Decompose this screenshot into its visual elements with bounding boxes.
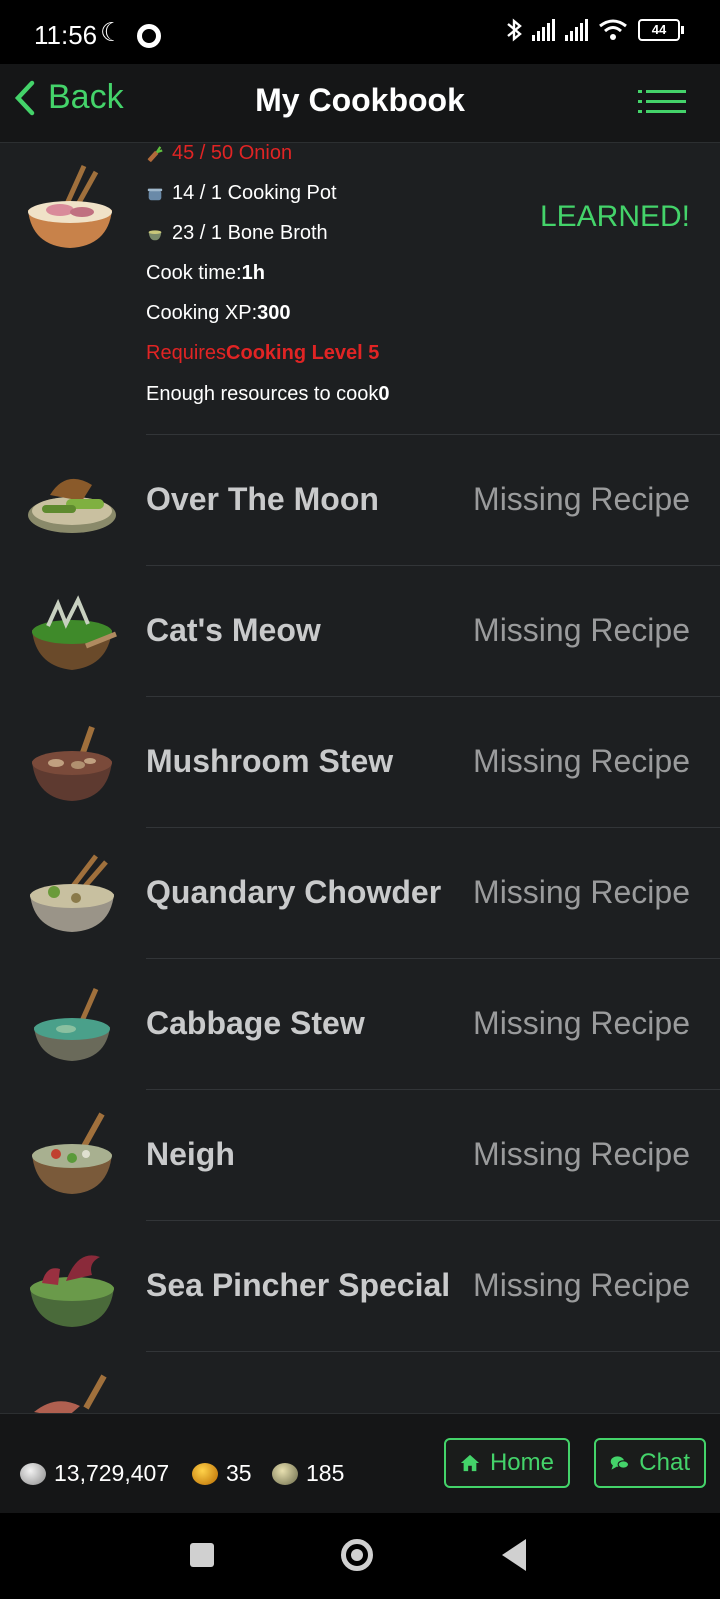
notification-dot-icon: [137, 24, 161, 48]
recipe-row-partial[interactable]: [0, 1352, 720, 1413]
noodle-bowl-icon: [28, 164, 112, 248]
chat-button[interactable]: Chat: [594, 1438, 706, 1488]
cooking-pot-icon: [147, 188, 163, 200]
token-balance: 185: [272, 1460, 344, 1487]
expanded-recipe[interactable]: 45 / 50 Onion 14 / 1 Cooking Pot 23 / 1 …: [28, 142, 720, 435]
cook-time: Cook time: 1h: [146, 262, 265, 284]
sea-pincher-dish-icon: [30, 1255, 114, 1327]
requirement-bone-broth: 23 / 1 Bone Broth: [146, 222, 328, 245]
bone-broth-icon: [148, 229, 162, 240]
recipe-row[interactable]: Cat's Meow Missing Recipe: [0, 566, 720, 697]
recipe-name: Over The Moon: [146, 481, 379, 517]
wifi-icon: [599, 19, 627, 40]
gold-amount: 35: [226, 1460, 252, 1486]
home-button[interactable]: Home: [444, 1438, 570, 1488]
cooking-xp: Cooking XP: 300: [146, 302, 291, 324]
neigh-dish-icon: [32, 1112, 112, 1194]
learned-status: LEARNED!: [539, 200, 690, 233]
silver-balance: 13,729,407: [20, 1460, 169, 1487]
gold-coin-icon: [192, 1462, 218, 1485]
back-nav-icon[interactable]: [502, 1539, 526, 1571]
home-label: Home: [489, 1449, 554, 1476]
dnd-moon-icon: ☾: [100, 17, 124, 47]
recipe-row[interactable]: Mushroom Stew Missing Recipe: [0, 697, 720, 828]
chat-label: Chat: [639, 1449, 690, 1476]
requirement-onion: 45 / 50 Onion: [146, 142, 292, 165]
page-title: My Cookbook: [255, 82, 465, 118]
recipe-status: Missing Recipe: [473, 612, 690, 648]
recipe-row[interactable]: Cabbage Stew Missing Recipe: [0, 959, 720, 1090]
recipe-status: Missing Recipe: [473, 1005, 690, 1041]
cabbage-stew-icon: [34, 987, 110, 1061]
signal-1-icon: [532, 19, 555, 41]
chat-icon: [610, 1456, 630, 1470]
status-time: 11:56: [34, 20, 98, 50]
bluetooth-icon: [507, 18, 522, 42]
recipe-name: Quandary Chowder: [146, 874, 442, 910]
gold-balance: 35: [192, 1460, 252, 1487]
recents-icon[interactable]: [190, 1543, 214, 1567]
footer-bar: 13,729,407 35 185 Home Chat: [0, 1413, 720, 1514]
home-icon: [460, 1454, 480, 1472]
system-nav-bar: [0, 1513, 720, 1599]
quandary-chowder-icon: [30, 854, 114, 932]
status-bar: 11:56 ☾ 44: [0, 0, 720, 64]
onion-icon: [147, 145, 163, 163]
recipe-status: Missing Recipe: [473, 1136, 690, 1172]
partial-dish-icon: [34, 1374, 107, 1413]
signal-2-icon: [565, 19, 588, 41]
recipe-status: Missing Recipe: [473, 874, 690, 910]
recipe-name: Cabbage Stew: [146, 1005, 365, 1041]
recipe-name: Mushroom Stew: [146, 743, 394, 779]
recipe-status: Missing Recipe: [473, 743, 690, 779]
recipe-name: Cat's Meow: [146, 612, 321, 648]
mushroom-stew-icon: [32, 726, 112, 801]
recipe-list[interactable]: 45 / 50 Onion 14 / 1 Cooking Pot 23 / 1 …: [0, 142, 720, 1413]
level-requirement: Requires Cooking Level 5: [146, 342, 380, 364]
silver-coin-icon: [20, 1462, 46, 1485]
over-the-moon-dish-icon: [28, 478, 116, 533]
app-header: Back My Cookbook: [0, 64, 720, 143]
token-icon: [272, 1462, 298, 1485]
recipe-row[interactable]: Neigh Missing Recipe: [0, 1090, 720, 1221]
enough-resources: Enough resources to cook 0: [146, 383, 390, 405]
recipe-row[interactable]: Sea Pincher Special Missing Recipe: [0, 1221, 720, 1352]
silver-amount: 13,729,407: [54, 1460, 170, 1486]
token-amount: 185: [306, 1460, 345, 1486]
recipe-row[interactable]: Quandary Chowder Missing Recipe: [0, 828, 720, 959]
battery-icon: 44: [638, 19, 684, 41]
recipe-name: Neigh: [146, 1136, 235, 1172]
recipe-status: Missing Recipe: [473, 481, 690, 517]
menu-icon[interactable]: [638, 90, 686, 120]
recipe-name: Sea Pincher Special: [146, 1267, 451, 1303]
cats-meow-dish-icon: [32, 595, 117, 670]
status-icons: 44: [506, 18, 684, 42]
requirement-cooking-pot: 14 / 1 Cooking Pot: [146, 182, 337, 205]
home-nav-icon[interactable]: [341, 1539, 373, 1571]
recipe-status: Missing Recipe: [473, 1267, 690, 1303]
recipe-row[interactable]: Over The Moon Missing Recipe: [0, 435, 720, 566]
